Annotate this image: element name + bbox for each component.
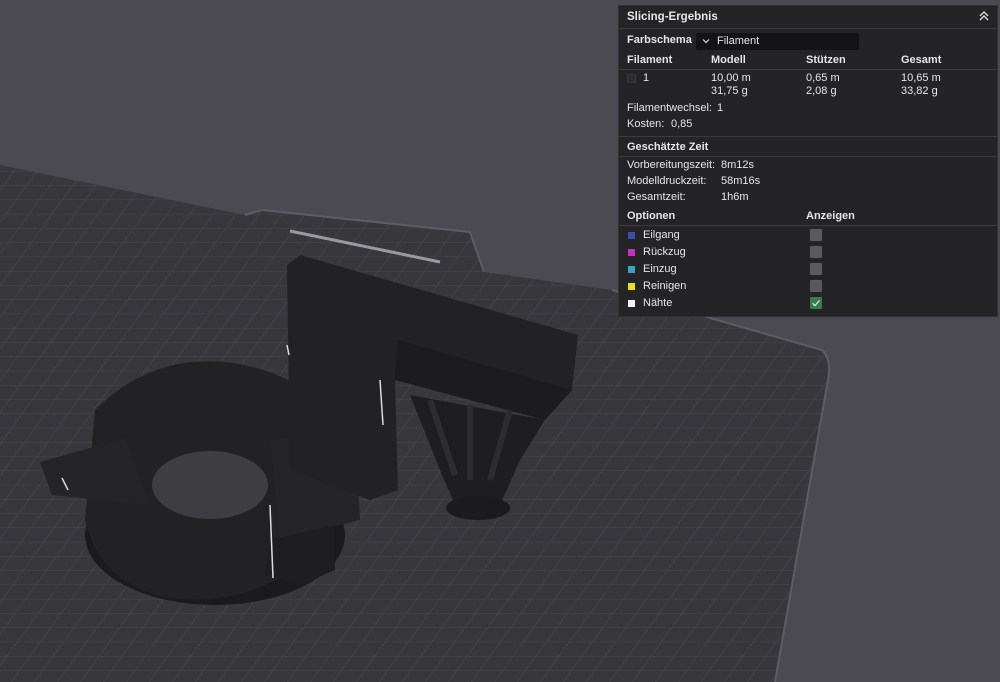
prep-time-label: Vorbereitungszeit: xyxy=(627,159,716,171)
model-weight: 31,75 g xyxy=(711,85,748,97)
check-icon xyxy=(812,300,820,307)
cost-label: Kosten: xyxy=(627,118,665,130)
divider xyxy=(619,69,997,70)
filament-changes-value: 1 xyxy=(717,102,724,114)
option-label-wipe: Reinigen xyxy=(643,280,687,292)
options-heading: Optionen xyxy=(627,210,676,222)
panel-header[interactable]: Slicing-Ergebnis xyxy=(619,6,997,29)
checkbox-seams[interactable] xyxy=(810,297,822,309)
total-length: 10,65 m xyxy=(901,72,941,84)
slicing-result-panel: Slicing-Ergebnis Farbschema Filament Fil… xyxy=(618,5,998,317)
estimated-time-heading: Geschätzte Zeit xyxy=(627,141,709,153)
divider xyxy=(619,156,997,157)
option-color-swatch xyxy=(628,249,635,256)
col-header-filament: Filament xyxy=(627,54,673,66)
cost-value: 0,85 xyxy=(671,118,693,130)
checkbox-unretraction[interactable] xyxy=(810,263,822,275)
filament-number: 1 xyxy=(643,72,650,84)
option-color-swatch xyxy=(628,266,635,273)
color-scheme-value: Filament xyxy=(717,35,760,47)
total-time-value: 1h6m xyxy=(721,191,749,203)
col-header-model: Modell xyxy=(711,54,746,66)
col-header-supports: Stützen xyxy=(806,54,846,66)
option-color-swatch xyxy=(628,283,635,290)
chevron-down-icon xyxy=(702,39,710,44)
option-color-swatch xyxy=(628,232,635,239)
option-label-retraction: Rückzug xyxy=(643,246,686,258)
support-weight: 2,08 g xyxy=(806,85,837,97)
option-label-unretraction: Einzug xyxy=(643,263,677,275)
filament-changes-label: Filamentwechsel: xyxy=(627,102,712,114)
divider xyxy=(619,225,997,226)
option-label-travel: Eilgang xyxy=(643,229,680,241)
prep-time-value: 8m12s xyxy=(721,159,755,171)
checkbox-retraction[interactable] xyxy=(810,246,822,258)
model-print-time-label: Modelldruckzeit: xyxy=(627,175,707,187)
color-scheme-dropdown[interactable]: Filament xyxy=(696,33,859,50)
option-label-seams: Nähte xyxy=(643,297,673,309)
checkbox-travel[interactable] xyxy=(810,229,822,241)
total-time-label: Gesamtzeit: xyxy=(627,191,686,203)
color-scheme-label: Farbschema xyxy=(627,34,692,46)
option-color-swatch xyxy=(628,300,635,307)
filament-color-swatch xyxy=(627,74,636,83)
col-header-total: Gesamt xyxy=(901,54,942,66)
show-heading: Anzeigen xyxy=(806,210,855,222)
divider xyxy=(619,136,997,137)
panel-title: Slicing-Ergebnis xyxy=(627,11,718,23)
model-length: 10,00 m xyxy=(711,72,751,84)
total-weight: 33,82 g xyxy=(901,85,938,97)
double-chevron-up-icon[interactable] xyxy=(977,9,991,23)
model-print-time-value: 58m16s xyxy=(721,175,761,187)
checkbox-wipe[interactable] xyxy=(810,280,822,292)
support-length: 0,65 m xyxy=(806,72,840,84)
